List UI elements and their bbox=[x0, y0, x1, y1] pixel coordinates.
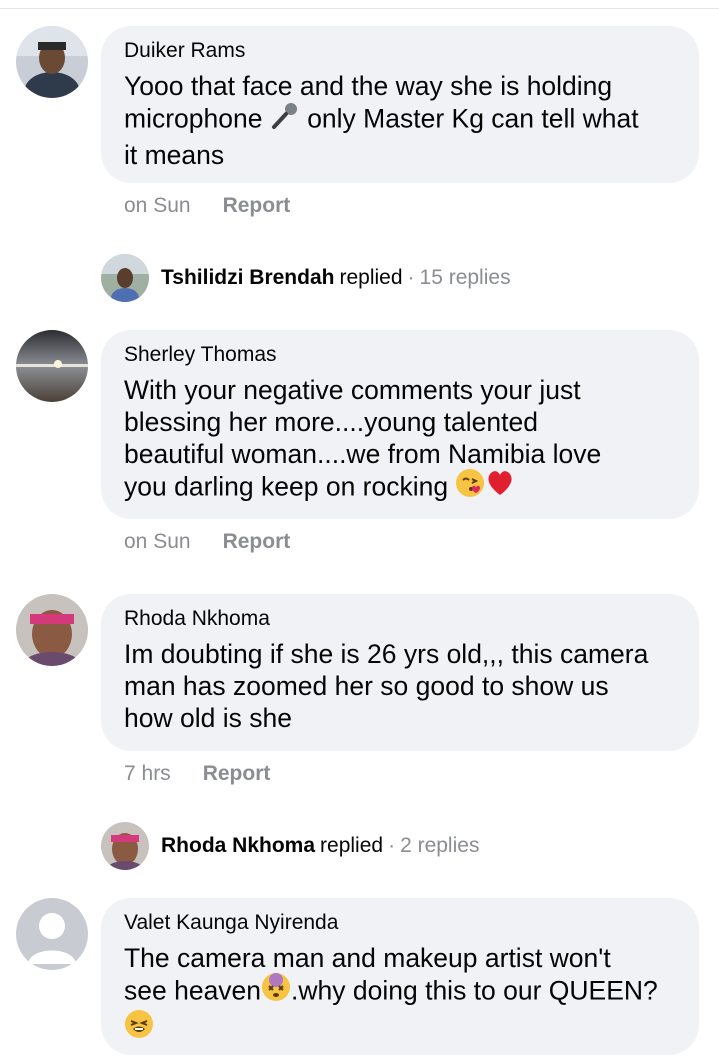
microphone-icon bbox=[270, 100, 300, 137]
comment-bubble: Valet Kaunga Nyirenda The camera man and… bbox=[101, 898, 699, 1055]
comment-author[interactable]: Valet Kaunga Nyirenda bbox=[124, 910, 677, 936]
comment-author[interactable]: Rhoda Nkhoma bbox=[124, 606, 677, 632]
comment-author[interactable]: Sherley Thomas bbox=[124, 342, 677, 368]
comment-text: The camera man and makeup artist won't s… bbox=[124, 942, 677, 1048]
comment-time[interactable]: on Sun bbox=[124, 530, 191, 553]
avatar bbox=[101, 822, 149, 870]
view-replies-row[interactable]: Rhoda Nkhoma replied · 2 replies bbox=[101, 822, 479, 870]
comment-text: Yooo that face and the way she is holdin… bbox=[124, 71, 639, 170]
avatar bbox=[101, 254, 149, 302]
comment-meta: 7 hrs Report bbox=[124, 762, 270, 786]
comment-text: With your negative comments your just bl… bbox=[124, 374, 677, 507]
comment-time[interactable]: on Sun bbox=[124, 194, 191, 217]
replier-name[interactable]: Rhoda Nkhoma bbox=[161, 834, 315, 858]
avatar[interactable] bbox=[16, 594, 88, 666]
report-button[interactable]: Report bbox=[223, 530, 291, 553]
comment-author[interactable]: Duiker Rams bbox=[124, 38, 677, 64]
dizzy-face-icon bbox=[261, 972, 291, 1009]
separator: · bbox=[407, 266, 415, 289]
separator: · bbox=[388, 834, 396, 857]
replied-label: replied bbox=[339, 266, 403, 289]
reply-count[interactable]: 2 replies bbox=[400, 834, 479, 858]
comment-bubble: Sherley Thomas With your negative commen… bbox=[101, 330, 699, 519]
replied-label: replied bbox=[320, 834, 384, 857]
comment-meta: on Sun Report bbox=[124, 194, 290, 218]
comment-meta: on Sun Report bbox=[124, 530, 290, 554]
face-blowing-kiss-icon bbox=[455, 468, 485, 505]
comment-time[interactable]: 7 hrs bbox=[124, 762, 171, 785]
report-button[interactable]: Report bbox=[203, 762, 271, 785]
view-replies-row[interactable]: Tshilidzi Brendah replied · 15 replies bbox=[101, 254, 511, 302]
tired-face-icon bbox=[124, 1009, 154, 1046]
default-avatar-icon[interactable] bbox=[16, 898, 88, 970]
report-button[interactable]: Report bbox=[223, 194, 291, 217]
comment-text: Im doubting if she is 26 yrs old,,, this… bbox=[124, 639, 649, 733]
avatar[interactable] bbox=[16, 330, 88, 402]
comment-bubble: Duiker Rams Yooo that face and the way s… bbox=[101, 26, 699, 183]
red-heart-icon bbox=[485, 468, 515, 505]
top-divider bbox=[0, 8, 719, 9]
comment-bubble: Rhoda Nkhoma Im doubting if she is 26 yr… bbox=[101, 594, 699, 751]
avatar[interactable] bbox=[16, 26, 88, 98]
reply-count[interactable]: 15 replies bbox=[420, 266, 511, 290]
replier-name[interactable]: Tshilidzi Brendah bbox=[161, 266, 334, 290]
